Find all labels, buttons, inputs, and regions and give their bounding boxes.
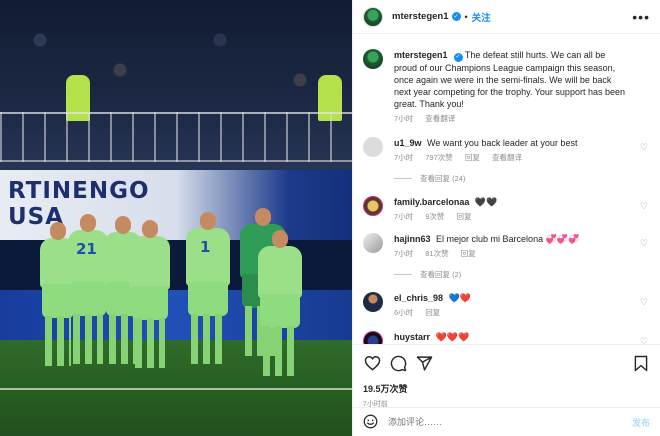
avatar[interactable] [363,136,383,157]
player-figure: 1 [186,212,230,364]
follow-button[interactable]: 关注 [472,10,491,24]
pitch-line [0,388,352,390]
comment-text: We want you back leader at your best [427,137,578,148]
post-header: mterstegen1 ✓ • 关注 ••• [353,0,660,34]
username-link[interactable]: mterstegen1 [392,11,449,22]
avatar[interactable] [363,232,383,253]
avatar[interactable] [363,6,383,27]
comment-body: hajinn63 El mejor club mi Barcelona 💞💞💞 … [394,233,650,260]
player-figure: 21 [68,214,108,364]
comment-meta: 6小时 回复 [394,307,628,319]
like-heart-icon[interactable]: ♡ [640,238,648,249]
translate-link[interactable]: 查看翻译 [492,153,522,162]
view-replies-label[interactable]: 查看回复 (2) [420,269,461,280]
reply-link[interactable]: 回复 [461,249,476,258]
comment-text: ❤️❤️❤️ [435,331,470,342]
comment-meta: 7小时 9次赞 回复 [394,211,628,223]
post-photo[interactable]: RTINENGO USA 21 1 [0,0,352,436]
view-replies-link[interactable]: 查看回复 (24) [394,173,650,184]
avatar[interactable] [363,195,383,216]
comment-time: 7小时 [394,211,414,221]
comment-username[interactable]: huystarr [394,332,430,342]
caption-meta: 7小时 查看翻译 [394,113,628,125]
view-replies-label[interactable]: 查看回复 (24) [420,173,465,184]
comment-body: huystarr ❤️❤️❤️ [394,331,650,345]
comment-item: family.barcelonaa 🖤🖤 7小时 9次赞 回复 ♡ [363,195,650,223]
instagram-post: RTINENGO USA 21 1 mterstegen1 ✓ • 关注 ••• [0,0,660,436]
likes-count[interactable]: 19.5万次赞 [363,382,650,395]
avatar[interactable] [363,49,383,69]
caption-username[interactable]: mterstegen1 [394,50,448,60]
comment-username[interactable]: hajinn63 [394,234,431,244]
comment-item: huystarr ❤️❤️❤️ ♡ [363,330,650,345]
comment-body: el_chris_98 💙❤️ 6小时 回复 [394,292,650,319]
comment-likes[interactable]: 9次赞 [425,212,444,221]
comment-item: hajinn63 El mejor club mi Barcelona 💞💞💞 … [363,232,650,260]
board-text-line1: RTINENGO [8,178,150,204]
caption: mterstegen1 ✓ The defeat still hurts. We … [363,49,650,125]
player-figure [258,230,302,376]
comment-composer: 发布 [353,407,660,436]
stadium-railing [0,112,352,162]
comment-likes[interactable]: 81次赞 [425,249,448,258]
post-actions: 19.5万次赞 7小时前 [353,344,660,409]
comment-body: family.barcelonaa 🖤🖤 7小时 9次赞 回复 [394,196,650,223]
post-side-panel: mterstegen1 ✓ • 关注 ••• mterstegen1 ✓ The … [352,0,660,436]
comment-time: 7小时 [394,248,414,258]
comment-username[interactable]: el_chris_98 [394,293,443,303]
comment-time: 6小时 [394,307,414,317]
reply-link[interactable]: 回复 [465,153,480,162]
comment-text: El mejor club mi Barcelona 💞💞💞 [436,233,580,244]
comment-body: u1_9w We want you back leader at your be… [394,137,650,164]
post-comment-button[interactable]: 发布 [632,416,650,429]
verified-badge-icon: ✓ [453,52,463,62]
comment-meta: 7小时 81次赞 回复 [394,248,628,260]
view-replies-link[interactable]: 查看回复 (2) [394,269,650,280]
avatar[interactable] [363,330,383,344]
translate-link[interactable]: 查看翻译 [425,114,455,123]
like-heart-icon[interactable]: ♡ [640,142,648,153]
reply-link[interactable]: 回复 [457,212,472,221]
avatar[interactable] [363,291,383,312]
like-heart-icon[interactable]: ♡ [640,297,648,308]
caption-time: 7小时 [394,113,414,123]
divider [394,273,412,275]
more-options-icon[interactable]: ••• [632,9,650,25]
comment-username[interactable]: u1_9w [394,138,422,148]
separator-dot: • [464,11,468,22]
like-heart-icon[interactable]: ♡ [640,336,648,345]
player-figure [130,220,170,368]
comment-time: 7小时 [394,152,414,162]
comment-input[interactable] [388,417,588,427]
comment-text: 💙❤️ [448,292,471,303]
comment-icon[interactable] [389,354,407,372]
like-icon[interactable] [363,354,381,372]
divider [394,177,412,179]
comment-username[interactable]: family.barcelonaa [394,197,469,207]
reply-link[interactable]: 回复 [425,308,440,317]
comment-text: 🖤🖤 [474,196,498,207]
comments-feed[interactable]: mterstegen1 ✓ The defeat still hurts. We … [353,35,660,344]
save-bookmark-icon[interactable] [632,354,650,372]
emoji-icon[interactable] [363,414,378,431]
comment-item: el_chris_98 💙❤️ 6小时 回复 ♡ [363,291,650,319]
comment-item: u1_9w We want you back leader at your be… [363,136,650,164]
like-heart-icon[interactable]: ♡ [640,201,648,212]
caption-body: mterstegen1 ✓ The defeat still hurts. We … [394,49,650,125]
comment-likes[interactable]: 797次赞 [425,153,453,162]
action-icons [363,353,650,373]
verified-badge-icon: ✓ [451,12,461,21]
comment-meta: 7小时 797次赞 回复 查看翻译 [394,152,628,164]
share-icon[interactable] [415,354,433,372]
